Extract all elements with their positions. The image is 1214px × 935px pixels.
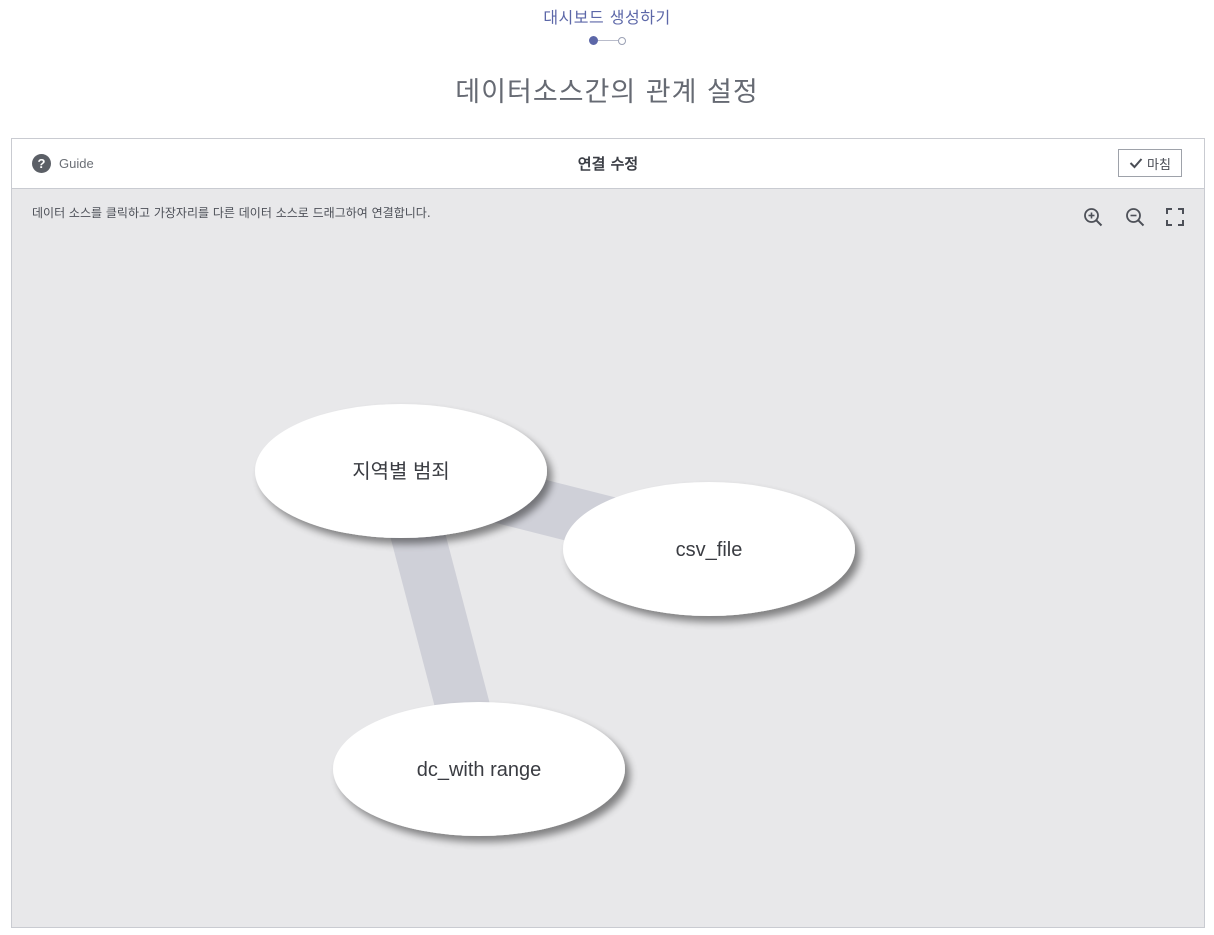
datasource-node[interactable]: 지역별 범죄 <box>255 404 547 538</box>
wizard-title: 대시보드 생성하기 <box>543 8 671 27</box>
page-title: 데이터소스간의 관계 설정 <box>455 77 759 108</box>
datasource-node[interactable]: csv_file <box>563 482 855 616</box>
step-dot-next <box>618 37 626 45</box>
wizard-header: 대시보드 생성하기 데이터소스간의 관계 설정 <box>0 0 1214 138</box>
done-button[interactable]: 마침 <box>1118 149 1182 177</box>
step-connector <box>598 40 618 41</box>
done-label: 마침 <box>1147 157 1171 173</box>
panel-title: 연결 수정 <box>577 155 639 173</box>
panel-header: ? Guide 연결 수정 마침 <box>12 139 1204 189</box>
check-icon <box>1129 158 1143 169</box>
graph-canvas[interactable]: 데이터 소스를 클릭하고 가장자리를 다른 데이터 소스로 드래그하여 연결합니… <box>12 189 1204 927</box>
datasource-node[interactable]: dc_with range <box>333 702 625 836</box>
nodes-layer: 지역별 범죄 csv_file dc_with range <box>255 404 855 836</box>
datasource-node-label: 지역별 범죄 <box>352 460 450 483</box>
step-indicator <box>589 36 629 46</box>
relation-graph: 지역별 범죄 csv_file dc_with range <box>255 404 855 836</box>
relation-editor-panel: ? Guide 연결 수정 마침 데이터 소스를 클릭하고 가장자리를 다른 데… <box>11 138 1205 928</box>
datasource-node-label: csv_file <box>676 539 743 561</box>
datasource-node-label: dc_with range <box>417 759 542 781</box>
step-dot-current <box>589 36 598 45</box>
